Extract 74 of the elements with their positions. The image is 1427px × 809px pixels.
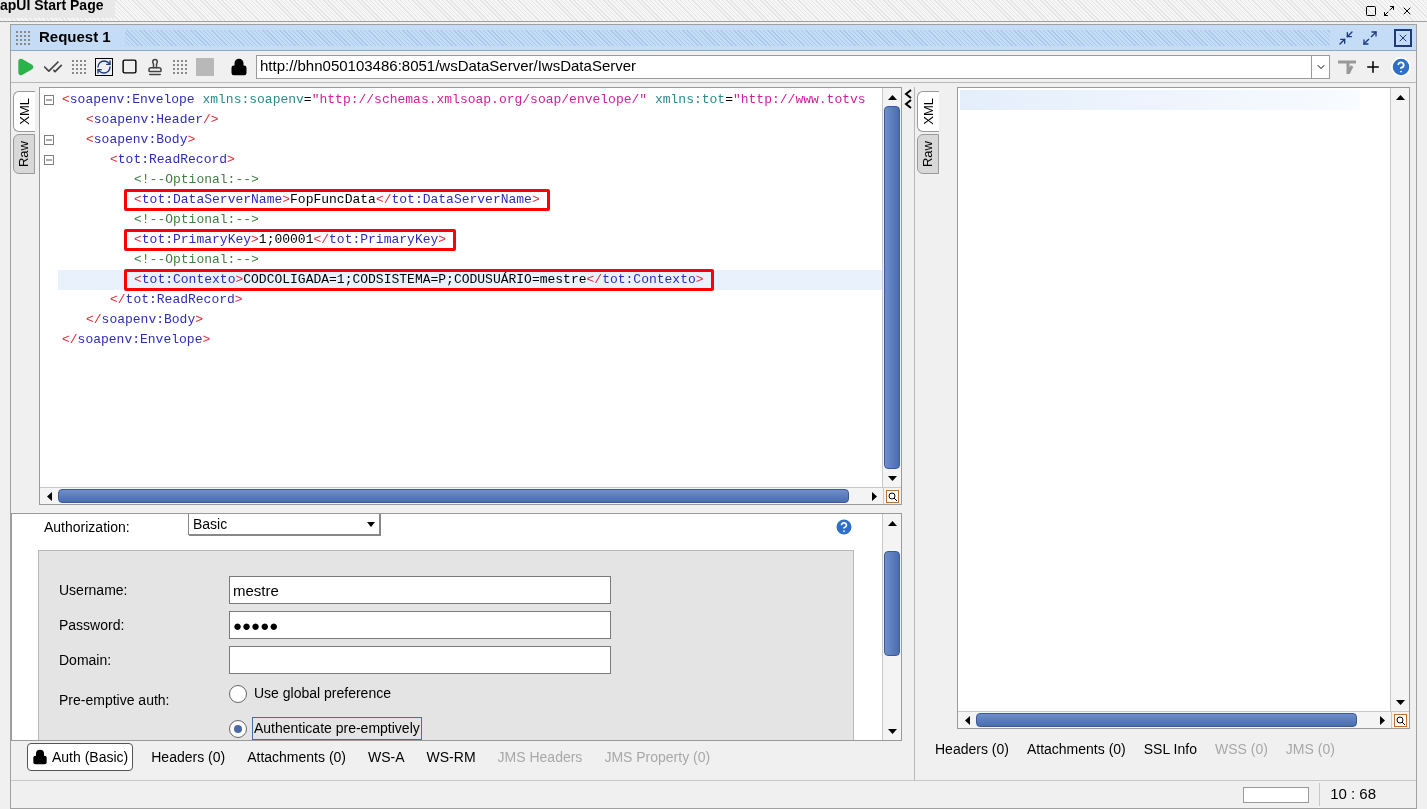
code-line: <!--Optional:--> [134,251,259,270]
panel-tab[interactable]: Attachments (0) [1026,738,1126,760]
soap-logo-icon [71,58,87,75]
field-label: Authorization: [44,517,131,537]
url-field[interactable]: http://bhn050103486:8051/wsDataServer/IwsDataServer [256,54,1330,79]
code-line: <soapenv:Body> [86,131,196,150]
status-field [1243,786,1310,803]
horizontal-scrollbar[interactable] [958,711,1409,728]
editor-tab[interactable]: XML [917,91,939,132]
panel-tab[interactable]: Headers (0) [147,743,230,771]
radio-button[interactable] [229,684,247,703]
lock-icon [32,749,48,765]
scrollbar-thumb[interactable] [976,713,1358,727]
help-icon[interactable] [1390,55,1412,78]
code-line: </tot:ReadRecord> [110,292,243,308]
maximize-icon[interactable] [1362,29,1378,46]
code-line: <tot:DataServerName>FopFuncData</tot:DataServerName> [134,192,540,207]
code-line: <tot:ReadRecord> [110,151,235,170]
field-label: Username: [59,580,129,600]
document-tab[interactable]: apUI Start Page [0,0,116,18]
code-line: <!--Optional:--> [134,171,259,190]
input-field[interactable]: mestre [229,576,611,604]
panel-tab[interactable]: WS-RM [422,743,480,771]
panel-tab[interactable]: SSL Info [1143,738,1197,760]
help-icon[interactable] [834,517,854,537]
maximize-icon[interactable] [1383,4,1395,17]
xml-editor[interactable] [39,87,902,505]
horizontal-scrollbar[interactable] [40,487,901,504]
field-label: Domain: [59,650,113,670]
panel-tab[interactable]: Auth (Basic) [27,743,134,771]
scrollbar-thumb[interactable] [884,106,900,469]
vertical-scrollbar[interactable] [882,514,901,740]
code-line: <!--Optional:--> [134,211,259,230]
scrollbar-thumb[interactable] [884,551,900,656]
zoom-icon[interactable] [1391,712,1409,728]
scrollbar-thumb[interactable] [58,489,849,503]
soap-logo-icon [15,29,31,46]
input-field[interactable] [229,646,611,674]
radio-button[interactable] [229,719,247,738]
code-line: <soapenv:Envelope xmlns:soapenv="http://schemas.xmlsoap.org/soap/envelope/" xmlns:tot="http://www.totvs [62,91,866,110]
panel-tab[interactable]: Attachments (0) [243,743,350,771]
input-field[interactable]: ●●●●● [229,611,611,639]
code-line: <soapenv:Header/> [86,111,219,130]
minimize-icon[interactable] [1338,29,1354,46]
collapse-icon[interactable] [44,135,54,145]
soap-logo-icon [172,58,188,75]
code-line: <tot:Contexto>CODCOLIGADA=1;CODSISTEMA=P;CODUSUÁRIO=mestre</tot:Contexto> [134,272,704,287]
code-line: <tot:PrimaryKey>1;00001</tot:PrimaryKey> [134,232,447,247]
vertical-scrollbar[interactable] [882,88,901,487]
restore-icon[interactable] [1365,4,1377,17]
lock-icon[interactable] [230,57,248,76]
editor-tab[interactable]: XML [13,91,35,132]
code-line: </soapenv:Body> [86,312,204,328]
zoom-icon[interactable] [883,488,901,504]
panel-tab[interactable]: Headers (0) [935,738,1009,760]
radio-label[interactable]: Use global preference [252,682,393,705]
code-line: </soapenv:Envelope> [62,332,211,348]
collapse-icon[interactable] [44,95,54,105]
collapse-icon[interactable] [44,155,54,165]
close-button[interactable] [1394,28,1412,47]
editor-tab[interactable]: Raw [917,133,939,174]
refresh-icon[interactable] [95,57,113,76]
collapse-arrows-icon[interactable] [904,89,912,109]
field-label: Pre-emptive auth: [59,691,171,710]
field-label: Password: [59,615,126,635]
editor-tab[interactable]: Raw [13,133,35,174]
vertical-scrollbar[interactable] [1390,88,1409,711]
authorization-select[interactable]: Basic [188,514,380,535]
stamp-icon[interactable] [146,57,164,76]
caret-icon [367,521,375,527]
cursor-position: 10 : 68 [1319,783,1376,806]
panel-tab[interactable]: WS-A [364,743,409,771]
square-icon[interactable] [121,58,138,75]
radio-label[interactable]: Authenticate pre-emptively [252,717,422,740]
